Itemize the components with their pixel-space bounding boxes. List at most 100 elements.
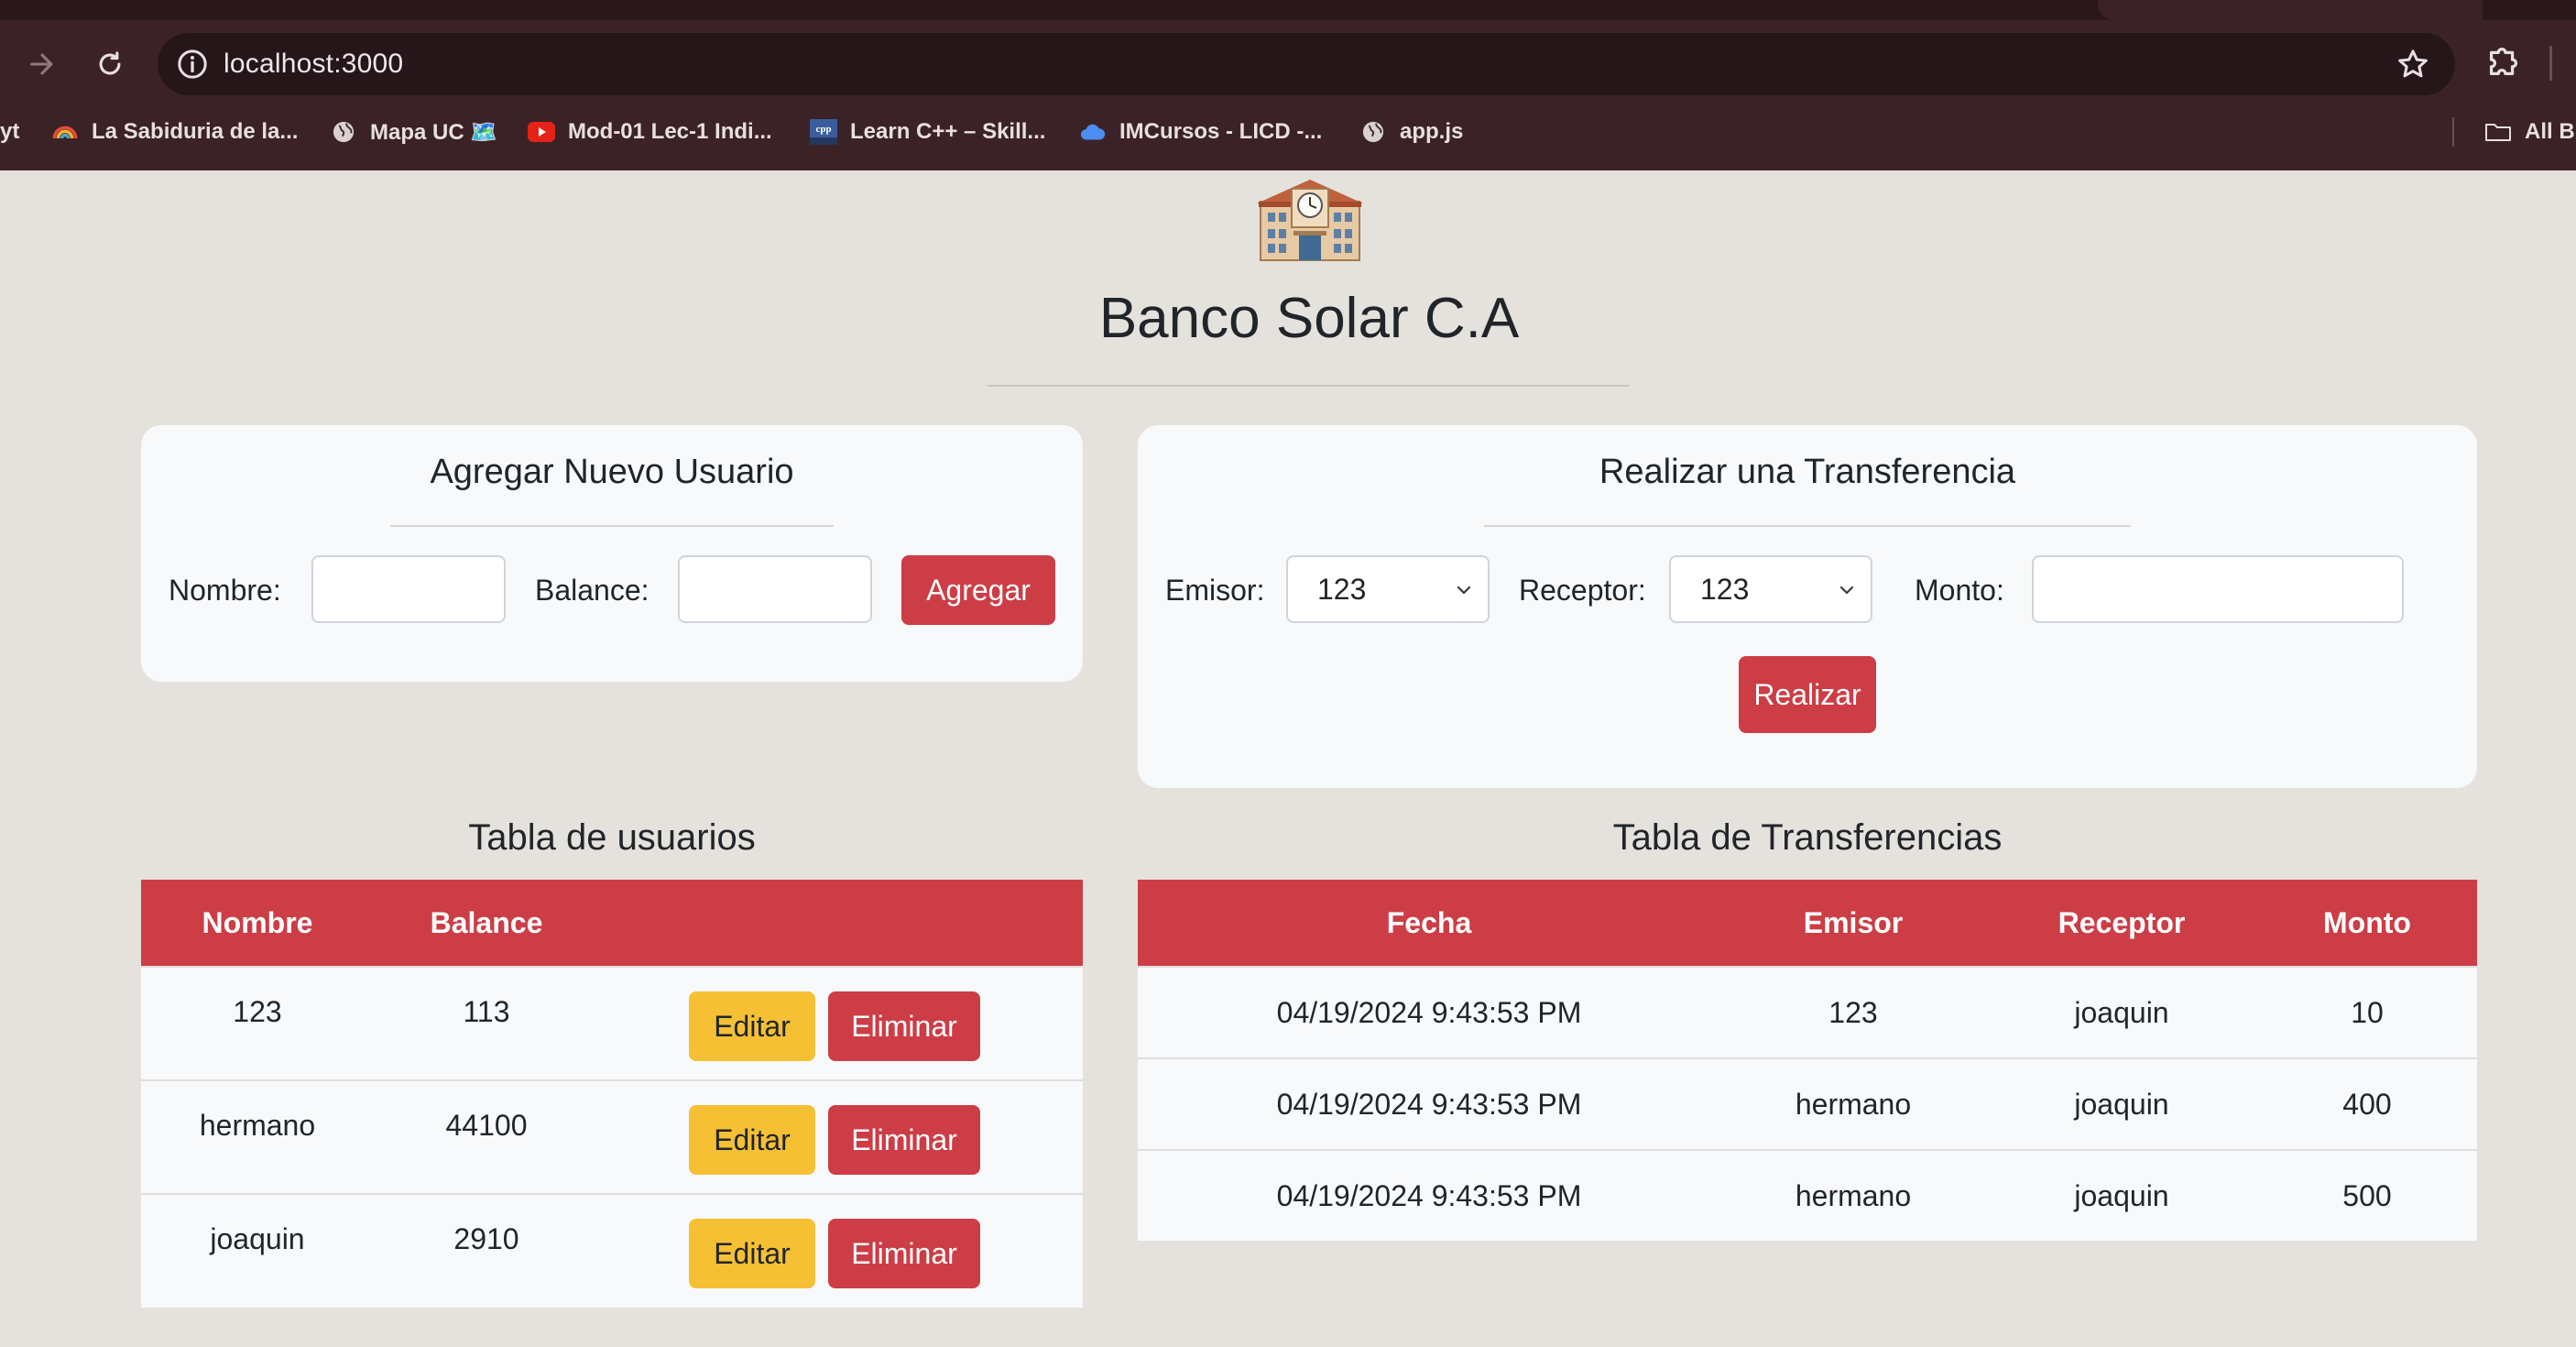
users-table-title: Tabla de usuarios [468, 817, 756, 858]
balance-input[interactable] [678, 555, 872, 623]
extensions-puzzle-icon[interactable] [2483, 40, 2527, 88]
date-cell: 04/19/2024 9:43:53 PM [1138, 1057, 1720, 1150]
bookmark-star-icon[interactable] [2395, 46, 2431, 82]
sender-label: Emisor: [1165, 574, 1265, 607]
receiver-cell: joaquin [1986, 1057, 2257, 1150]
transfers-table-title: Tabla de Transferencias [1612, 817, 2003, 858]
youtube-icon [528, 118, 555, 146]
title-divider [988, 385, 1629, 387]
sender-cell: hermano [1720, 1057, 1986, 1150]
amount-cell: 400 [2257, 1057, 2477, 1150]
address-bar[interactable]: localhost:3000 [158, 33, 2455, 95]
sender-select-value: 123 [1317, 572, 1367, 606]
forward-icon[interactable] [18, 40, 66, 88]
site-info-icon[interactable] [174, 46, 211, 82]
browser-tab[interactable] [2484, 0, 2576, 20]
card-divider [1484, 525, 2131, 527]
browser-tab[interactable] [2098, 0, 2483, 20]
toolbar-divider [2549, 46, 2552, 81]
tab-strip [0, 0, 2576, 20]
bookmark-item[interactable]: IMCursos - LICD -... [1079, 115, 1322, 148]
bookmark-item[interactable]: app.js [1359, 115, 1463, 148]
card-divider [390, 525, 834, 527]
rainbow-icon [51, 118, 79, 146]
sender-cell: 123 [1720, 966, 1986, 1058]
user-balance-cell: 2910 [374, 1193, 599, 1308]
column-header: Emisor [1720, 880, 1986, 967]
bookmark-item[interactable]: Mapa UC 🗺️ [330, 115, 497, 148]
transfer-button[interactable]: Realizar [1739, 656, 1876, 733]
delete-button[interactable]: Eliminar [828, 991, 980, 1061]
bookmark-item[interactable]: cpp Learn C++ – Skill... [810, 115, 1045, 148]
actions-cell: Editar Eliminar [599, 1193, 1083, 1308]
transfers-table: Fecha Emisor Receptor Monto 04/19/2024 9… [1138, 880, 2477, 1241]
sender-select[interactable]: 123 [1286, 555, 1490, 623]
add-user-title: Agregar Nuevo Usuario [430, 453, 794, 491]
bookmark-item[interactable]: yt [0, 115, 19, 148]
edit-button[interactable]: Editar [689, 1105, 815, 1175]
receiver-cell: joaquin [1986, 1149, 2257, 1241]
edit-button[interactable]: Editar [689, 1219, 815, 1288]
column-header: Monto [2257, 880, 2477, 967]
bookmark-label: Learn C++ – Skill... [850, 119, 1046, 144]
date-cell: 04/19/2024 9:43:53 PM [1138, 1149, 1720, 1241]
bookmark-item[interactable]: All B [2484, 115, 2575, 148]
user-name-cell: 123 [141, 966, 374, 1080]
table-header-row: Fecha Emisor Receptor Monto [1138, 880, 2477, 967]
bookmark-label: Mapa UC 🗺️ [370, 119, 498, 145]
bank-building-icon [1255, 170, 1365, 262]
table-row: 04/19/2024 9:43:53 PM 123 joaquin 10 [1138, 966, 2477, 1058]
user-balance-cell: 113 [374, 966, 599, 1080]
actions-cell: Editar Eliminar [599, 1079, 1083, 1194]
cpp-icon: cpp [810, 118, 837, 146]
svg-text:cpp: cpp [815, 124, 831, 135]
receiver-select-value: 123 [1700, 572, 1750, 606]
page-title: Banco Solar C.A [1098, 287, 1520, 350]
cloud-icon [1079, 118, 1107, 146]
column-header: Fecha [1138, 880, 1720, 967]
bookmarks-divider [2452, 117, 2454, 147]
url-text[interactable]: localhost:3000 [224, 49, 403, 80]
bookmark-label: app.js [1400, 119, 1464, 144]
add-user-card: Agregar Nuevo Usuario Nombre: Balance: A… [141, 425, 1083, 682]
column-header: Receptor [1986, 880, 2257, 967]
bookmark-label: All B [2525, 119, 2575, 144]
table-header-row: Nombre Balance [141, 880, 1083, 967]
table-row: 04/19/2024 9:43:53 PM hermano joaquin 50… [1138, 1149, 2477, 1241]
bookmark-item[interactable]: La Sabiduria de la... [51, 115, 298, 148]
add-user-button[interactable]: Agregar [901, 555, 1055, 625]
transfer-title: Realizar una Transferencia [1599, 453, 2016, 491]
edit-button[interactable]: Editar [689, 991, 815, 1061]
table-row: 04/19/2024 9:43:53 PM hermano joaquin 40… [1138, 1057, 2477, 1150]
name-label: Nombre: [169, 574, 281, 607]
column-header: Nombre [141, 880, 374, 967]
bookmarks-bar: yt La Sabiduria de la... Mapa UC 🗺️ Mod-… [0, 110, 2576, 154]
amount-input[interactable] [2032, 555, 2404, 623]
date-cell: 04/19/2024 9:43:53 PM [1138, 966, 1720, 1058]
receiver-select[interactable]: 123 [1669, 555, 1872, 623]
globe-icon [1359, 118, 1387, 146]
name-input[interactable] [311, 555, 506, 623]
folder-icon [2484, 118, 2512, 146]
bookmark-label: Mod-01 Lec-1 Indi... [568, 119, 772, 144]
browser-chrome: localhost:3000 yt La Sabiduria de la... … [0, 0, 2576, 170]
amount-cell: 10 [2257, 966, 2477, 1058]
receiver-cell: joaquin [1986, 966, 2257, 1058]
bookmark-label: yt [0, 119, 20, 144]
reload-icon[interactable] [86, 40, 134, 88]
users-table: Nombre Balance 123 113 Editar Eliminar h… [141, 880, 1083, 1308]
transfer-card: Realizar una Transferencia Emisor: 123 R… [1138, 425, 2477, 788]
bookmark-item[interactable]: Mod-01 Lec-1 Indi... [528, 115, 772, 148]
column-header: Balance [374, 880, 599, 967]
delete-button[interactable]: Eliminar [828, 1105, 980, 1175]
delete-button[interactable]: Eliminar [828, 1219, 980, 1288]
sender-cell: hermano [1720, 1149, 1986, 1241]
table-row: hermano 44100 Editar Eliminar [141, 1079, 1083, 1194]
amount-cell: 500 [2257, 1149, 2477, 1241]
table-row: joaquin 2910 Editar Eliminar [141, 1193, 1083, 1308]
chevron-down-icon [1457, 586, 1471, 595]
user-name-cell: hermano [141, 1079, 374, 1194]
balance-label: Balance: [535, 574, 649, 607]
user-balance-cell: 44100 [374, 1079, 599, 1194]
table-row: 123 113 Editar Eliminar [141, 966, 1083, 1080]
